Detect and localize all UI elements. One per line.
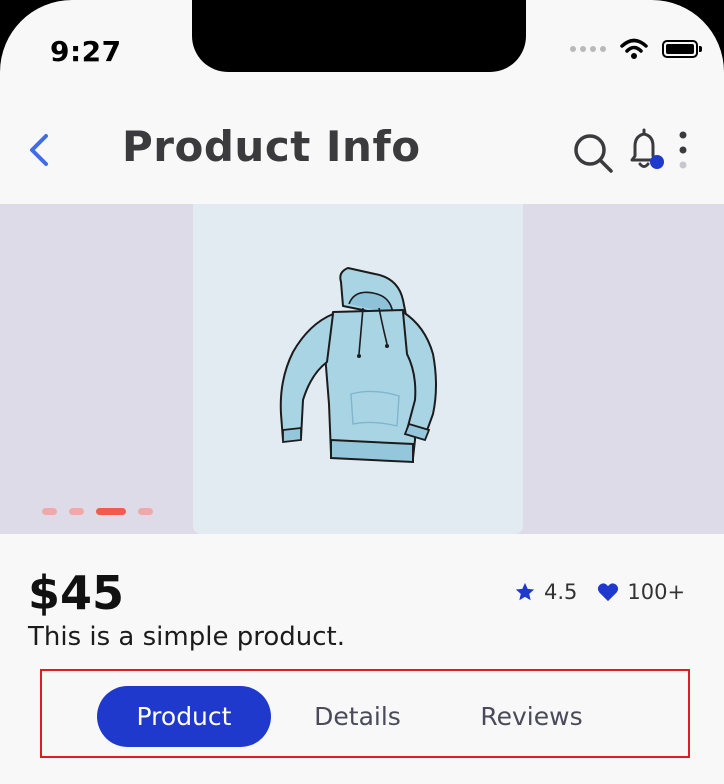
likes-stat[interactable]: 100+ [597,580,685,604]
product-description: This is a simple product. [28,622,345,652]
wifi-icon [620,38,648,59]
device-notch [192,0,526,72]
likes-count: 100+ [627,580,686,604]
more-vertical-icon[interactable] [674,130,692,170]
tab-reviews[interactable]: Reviews [458,686,605,747]
product-price: $45 [28,566,125,620]
heart-icon [598,583,619,602]
pager-dot[interactable] [69,508,84,515]
pager-dot-active[interactable] [96,508,126,515]
page-title: Product Info [122,122,421,171]
bell-icon[interactable] [624,128,668,174]
pager-dot[interactable] [42,508,57,515]
product-stats: 4.5 100+ [514,580,685,604]
phone-screen: 9:27 Product Info $45 This is a simple p… [0,0,724,784]
status-icons [570,38,702,60]
tab-product[interactable]: Product [97,686,271,747]
carousel-pager [42,508,153,515]
cellular-signal-icon [570,46,606,52]
pager-dot[interactable] [138,508,153,515]
product-image-carousel[interactable] [0,204,724,534]
back-chevron-icon[interactable] [20,128,64,172]
tab-details[interactable]: Details [290,686,425,747]
rating-value: 4.5 [544,580,578,604]
star-icon [515,582,535,601]
hoodie-illustration [279,267,437,464]
status-time: 9:27 [50,35,122,68]
rating-stat: 4.5 [514,580,577,604]
app-bar: Product Info [0,110,724,190]
search-icon[interactable] [570,130,616,176]
battery-icon [662,40,702,58]
notification-dot [650,155,664,169]
product-image [193,204,523,534]
